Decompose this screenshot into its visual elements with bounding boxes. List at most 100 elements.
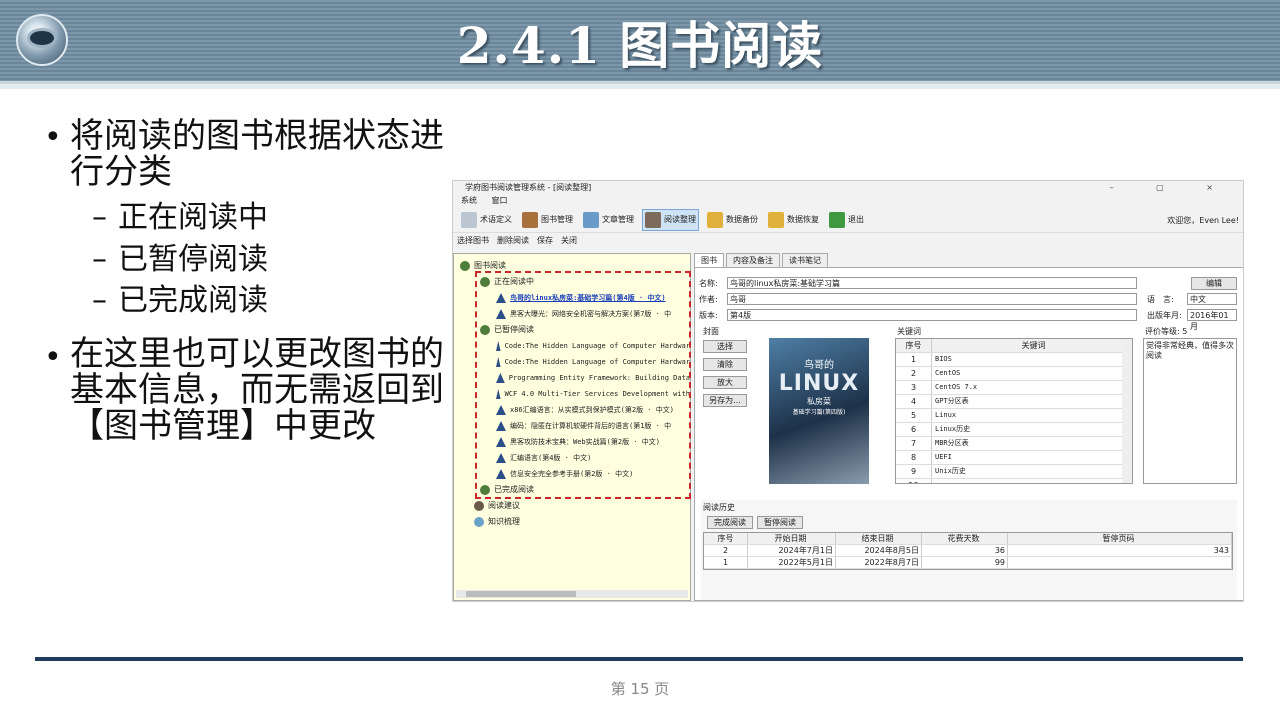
cell: 8 (896, 451, 932, 464)
col-header: 序号 (896, 339, 932, 352)
cover-label: 封面 (703, 327, 719, 336)
cell: 2024年7月1日 (748, 545, 836, 556)
cell: 4 (896, 395, 932, 408)
publish-field[interactable]: 2016年01月 (1187, 309, 1237, 331)
select-book-button[interactable]: 选择图书 (457, 235, 489, 246)
tree-node-suggest[interactable]: 阅读建议 (460, 498, 690, 514)
close-button[interactable]: 关闭 (561, 235, 577, 246)
restore-label: 数据恢复 (787, 215, 819, 224)
rating-label: 评价等级: 5 (1145, 327, 1188, 336)
welcome-text: 欢迎您，Even Lee! (1167, 216, 1239, 225)
detail-panel: 图书 内容及备注 读书笔记 名称: 鸟哥的linux私房菜:基础学习篇 编辑 作… (694, 253, 1243, 601)
tab-book[interactable]: 图书 (694, 253, 724, 267)
article-manage-button[interactable]: 文章管理 (581, 209, 636, 231)
reader-icon (645, 211, 661, 228)
cell: 2024年8月5日 (836, 545, 922, 556)
col-header: 花费天数 (922, 533, 1008, 544)
vertical-scrollbar[interactable] (1122, 339, 1132, 483)
table-row[interactable]: 9 Unix历史 (896, 465, 1132, 479)
book-manage-button[interactable]: 图书管理 (520, 209, 575, 231)
bullet-classify: 将阅读的图书根据状态进行分类 (70, 116, 444, 192)
cell: 7 (896, 437, 932, 450)
dash: – (92, 200, 107, 235)
cover-save-as-button[interactable]: 另存为... (703, 394, 747, 407)
table-row[interactable]: 3 CentOS 7.x (896, 381, 1132, 395)
cell: 1 (896, 353, 932, 366)
cell: 1 (704, 557, 748, 568)
reading-organize-button[interactable]: 阅读整理 (642, 208, 699, 231)
col-header: 暂停页码 (1008, 533, 1232, 544)
bullet-dot: • (44, 340, 62, 375)
backup-button[interactable]: 数据备份 (705, 209, 760, 231)
cell: 6 (896, 423, 932, 436)
cover-text: 鸟哥的 (804, 360, 834, 371)
cover-text: LINUX (778, 371, 860, 396)
sub-paused: 已暂停阅读 (118, 242, 268, 277)
cell: 99 (922, 557, 1008, 568)
tree-node-knowledge[interactable]: 知识梳理 (460, 514, 690, 530)
edit-button[interactable]: 编辑 (1191, 277, 1237, 290)
cell: 2 (896, 367, 932, 380)
restore-button[interactable]: 数据恢复 (766, 209, 821, 231)
tab-content-notes[interactable]: 内容及备注 (726, 253, 780, 267)
detail-tabs: 图书 内容及备注 读书笔记 (694, 253, 1243, 267)
history-table: 序号 开始日期 结束日期 花费天数 暂停页码 2 2024年7月1日 2024年… (703, 532, 1233, 570)
cover-zoom-button[interactable]: 放大 (703, 376, 747, 389)
cell: BIOS (935, 355, 952, 363)
publish-label: 出版年月: (1147, 311, 1182, 320)
table-row[interactable]: 4 GPT分区表 (896, 395, 1132, 409)
table-row[interactable]: 5 Linux (896, 409, 1132, 423)
cell: CentOS (935, 369, 961, 377)
cover-text: 私房菜 (807, 397, 831, 406)
restore-icon (768, 211, 784, 228)
header-bar: 2.4.1 图书阅读 (0, 0, 1280, 89)
horizontal-scrollbar[interactable] (456, 590, 688, 598)
highlight-box (475, 271, 691, 499)
app-window: 学府图书阅读管理系统 - [阅读整理] – ▢ × 系统 窗口 术语定义 图书管… (452, 180, 1244, 602)
footer-line (35, 657, 1243, 661)
edition-field[interactable]: 第4版 (727, 309, 1137, 321)
tab-reading-notes[interactable]: 读书笔记 (782, 253, 828, 267)
rating-note[interactable]: 觉得非常经典，值得多次阅读 (1143, 338, 1237, 484)
suggest-icon (474, 501, 484, 511)
table-row[interactable]: 8 UEFI (896, 451, 1132, 465)
author-label: 作者: (699, 295, 718, 304)
exit-button[interactable]: 退出 (827, 209, 866, 231)
book-manage-label: 图书管理 (541, 215, 573, 224)
save-button[interactable]: 保存 (537, 235, 553, 246)
cover-clear-button[interactable]: 清除 (703, 358, 747, 371)
cover-select-button[interactable]: 选择 (703, 340, 747, 353)
table-row[interactable]: 2 CentOS (896, 367, 1132, 381)
cell: 9 (896, 465, 932, 478)
cell: MBR分区表 (935, 439, 969, 447)
author-field[interactable]: 鸟哥 (727, 293, 1137, 305)
cell: UEFI (935, 453, 952, 461)
cell: Unix历史 (935, 467, 966, 475)
menu-system[interactable]: 系统 (461, 196, 477, 205)
delete-reading-button[interactable]: 删除阅读 (497, 235, 529, 246)
tree-label: 阅读建议 (488, 501, 520, 510)
table-row[interactable]: 7 MBR分区表 (896, 437, 1132, 451)
window-controls[interactable]: – ▢ × (1110, 181, 1233, 195)
language-field[interactable]: 中文 (1187, 293, 1237, 305)
table-row[interactable]: 1 BIOS (896, 353, 1132, 367)
book-icon (522, 211, 538, 228)
table-row[interactable]: 2 2024年7月1日 2024年8月5日 36 343 (704, 545, 1232, 557)
cell: ... (932, 479, 1132, 483)
cell: 2022年8月7日 (836, 557, 922, 568)
history-section: 阅读历史 完成阅读 暂停阅读 序号 开始日期 结束日期 花费天数 暂停页码 2 … (701, 500, 1237, 600)
slide-title: 2.4.1 图书阅读 (456, 16, 824, 75)
table-row[interactable]: 10... (896, 479, 1132, 483)
table-row[interactable]: 6 Linux历史 (896, 423, 1132, 437)
article-manage-label: 文章管理 (602, 215, 634, 224)
pause-reading-button[interactable]: 暂停阅读 (757, 516, 803, 529)
finish-reading-button[interactable]: 完成阅读 (707, 516, 753, 529)
menu-window[interactable]: 窗口 (492, 196, 508, 205)
term-button[interactable]: 术语定义 (459, 209, 514, 231)
cell: 10 (896, 479, 932, 483)
book-cover-image: 鸟哥的 LINUX 私房菜 基础学习篇(第四版) (769, 338, 869, 484)
table-row[interactable]: 1 2022年5月1日 2022年8月7日 99 (704, 557, 1232, 569)
term-label: 术语定义 (480, 215, 512, 224)
name-field[interactable]: 鸟哥的linux私房菜:基础学习篇 (727, 277, 1137, 289)
history-label: 阅读历史 (703, 503, 735, 512)
